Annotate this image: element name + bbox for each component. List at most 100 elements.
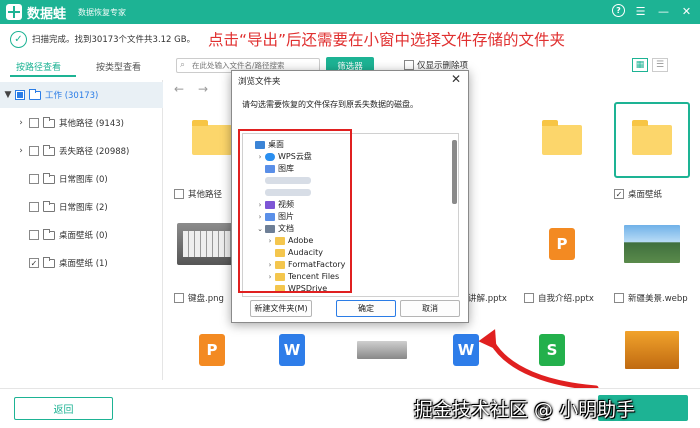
file-name: 其他路径 [188,190,223,200]
folder-icon [43,228,55,240]
file-tile[interactable]: P [174,312,250,388]
scan-status-row: ✓ 扫描完成。找到30173个文件共3.12 GB。 点击“导出”后还需要在小窗… [0,24,700,54]
folder-icon [43,116,55,128]
file-name: 新疆美景.webp [628,294,688,304]
check-icon: ✓ [10,30,27,48]
pptx-icon: P [199,334,225,366]
cancel-button[interactable]: 取消 [400,300,460,317]
pointer-arrow [478,329,599,391]
tree-item[interactable]: 桌面壁纸 (0) [0,222,163,248]
dialog-close-icon[interactable]: ✕ [451,72,461,86]
folder-icon [43,172,55,184]
watermark-text: 掘金技术社区 @ 小明助手 [414,399,636,421]
folder-icon [542,120,582,155]
file-checkbox-checked[interactable]: ✓ [614,189,624,199]
tree-item[interactable]: 日常图库 (0) [0,166,163,192]
docx-icon: W [279,334,305,366]
file-tile[interactable] [614,312,690,388]
minimize-icon[interactable]: — [656,4,671,19]
app-subtitle: 数据恢复专家 [78,7,127,17]
folder-icon [29,88,41,100]
list-view-icon[interactable]: ☰ [652,58,668,72]
tree-checkbox[interactable] [29,146,39,156]
image-thumbnail [357,341,407,359]
file-name: 讲解.pptx [468,294,507,304]
tree-checkbox[interactable] [29,202,39,212]
tab-by-path[interactable]: 按路径查看 [16,60,61,73]
landscape-image [624,225,680,263]
help-icon[interactable]: ? [612,4,625,17]
file-tile-selected[interactable] [614,102,690,178]
file-checkbox[interactable] [614,293,624,303]
tree-item[interactable]: 日常图库 (2) [0,194,163,220]
file-tile[interactable] [524,102,600,178]
file-tile[interactable] [614,206,690,282]
dialog-description: 请勾选需要恢复的文件保存到原丢失数据的磁盘。 [242,100,418,109]
grid-view-icon[interactable]: ▦ [632,58,648,72]
tree-item-label: 桌面壁纸 (1) [59,259,108,269]
tree-item-label: 其他路径 (9143) [59,119,124,129]
autumn-image [625,331,679,369]
file-name: 自我介绍.pptx [538,294,594,304]
file-tile-caption[interactable]: 自我介绍.pptx [524,292,594,304]
tree-item-label: 桌面壁纸 (0) [59,231,108,241]
tree-checkbox-checked[interactable]: ✓ [29,258,39,268]
scan-status-text: 扫描完成。找到30173个文件共3.12 GB。 [32,35,196,45]
file-tile[interactable] [344,312,420,388]
tree-checkbox[interactable] [29,118,39,128]
expand-arrow-icon[interactable]: › [16,146,26,156]
back-arrow-icon[interactable]: ← [174,82,184,96]
search-icon: ⌕ [180,59,186,70]
dialog-title: 浏览文件夹 [238,77,281,87]
file-tile-caption[interactable]: 新疆美景.webp [614,292,688,304]
file-name: 桌面壁纸 [628,190,663,200]
tree-item-label: 工作 (30173) [45,91,99,101]
tab-by-type[interactable]: 按类型查看 [96,60,141,73]
file-checkbox[interactable] [174,293,184,303]
tree-item-label: 丢失路径 (20988) [59,147,130,157]
collapse-arrow-icon[interactable]: ▼ [3,90,13,100]
file-tile[interactable]: P [524,206,600,282]
file-tile[interactable]: W [254,312,330,388]
file-tile-caption[interactable]: 讲解.pptx [468,292,507,304]
tree-checkbox[interactable] [29,230,39,240]
folder-icon [192,120,232,155]
active-tab-indicator [10,75,76,77]
forward-arrow-icon[interactable]: → [198,82,208,96]
tree-item-root[interactable]: ▼ 工作 (30173) [0,82,163,108]
close-icon[interactable]: ✕ [679,4,694,19]
expand-arrow-icon[interactable]: › [16,118,26,128]
file-tile-caption[interactable]: 其他路径 [174,188,222,200]
tree-highlight-box [238,129,352,293]
folder-tree: ▼ 工作 (30173) › 其他路径 (9143) › 丢失路径 (20988… [0,80,163,380]
back-button[interactable]: 返回 [14,397,113,420]
only-deleted-checkbox[interactable] [404,60,414,70]
search-input[interactable] [192,61,312,70]
file-checkbox[interactable] [174,189,184,199]
file-tile-caption[interactable]: 键盘.png [174,292,224,304]
file-name: 键盘.png [188,294,224,304]
docx-icon: W [453,334,479,366]
folder-icon [43,200,55,212]
bottom-bar: 返回 掘金技术社区 @ 小明助手 [0,388,700,428]
folder-icon [632,120,672,155]
tree-item[interactable]: ✓ 桌面壁纸 (1) [0,250,163,276]
tree-item-label: 日常图库 (0) [59,175,108,185]
file-checkbox[interactable] [524,293,534,303]
folder-icon [43,256,55,268]
tree-checkbox[interactable] [15,90,25,100]
title-bar: 数据蛙 数据恢复专家 ? ☰ — ✕ [0,0,700,24]
tree-item[interactable]: › 其他路径 (9143) [0,110,163,136]
app-name: 数据蛙 [27,6,67,22]
app-logo-icon [6,4,22,20]
tree-item[interactable]: › 丢失路径 (20988) [0,138,163,164]
new-folder-button[interactable]: 新建文件夹(M) [250,300,312,317]
tree-checkbox[interactable] [29,174,39,184]
tree-item-label: 日常图库 (2) [59,203,108,213]
folder-icon [43,144,55,156]
pptx-icon: P [549,228,575,260]
tutorial-annotation: 点击“导出”后还需要在小窗中选择文件存储的文件夹 [208,31,566,49]
menu-icon[interactable]: ☰ [633,4,648,19]
file-tile-caption[interactable]: ✓ 桌面壁纸 [614,188,662,200]
ok-button[interactable]: 确定 [336,300,396,317]
